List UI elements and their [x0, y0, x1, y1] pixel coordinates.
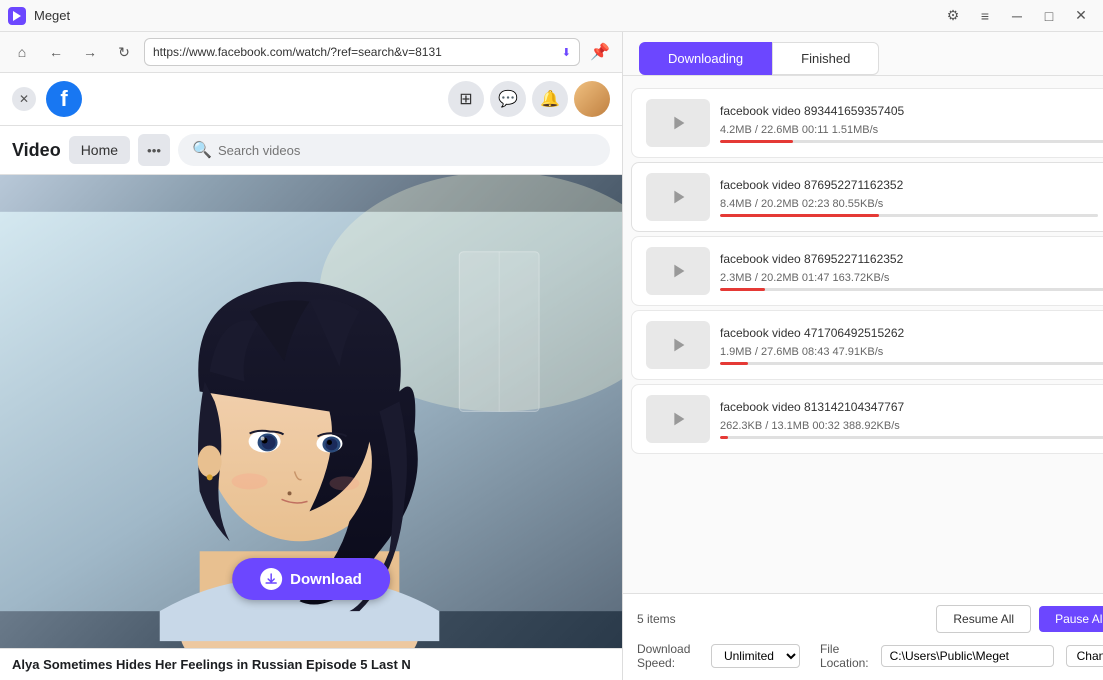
fb-search-input[interactable]	[218, 143, 596, 158]
downloader-panel: Downloading Finished facebook video 8934…	[623, 32, 1103, 680]
fb-close-button[interactable]: ✕	[12, 87, 36, 111]
change-button[interactable]: Change	[1066, 645, 1103, 667]
fb-home-nav[interactable]: Home	[69, 136, 130, 164]
home-button[interactable]: ⌂	[8, 38, 36, 66]
fb-messenger-icon[interactable]: 💬	[490, 81, 526, 117]
dl-thumb-2	[646, 173, 710, 221]
fb-more-button[interactable]: •••	[138, 134, 170, 166]
item-count: 5 items	[637, 612, 676, 626]
dl-progress-1	[720, 140, 1103, 143]
reload-button[interactable]: ↻	[110, 38, 138, 66]
dl-info-2: facebook video 876952271162352 8.4MB / 2…	[720, 178, 1098, 217]
dl-stats-5: 262.3KB / 13.1MB 00:32 388.92KB/s	[720, 420, 1103, 432]
dl-name-2: facebook video 876952271162352	[720, 178, 1098, 192]
dl-name-5: facebook video 813142104347767	[720, 400, 1103, 414]
dl-thumb-1	[646, 99, 710, 147]
dl-stats-3: 2.3MB / 20.2MB 01:47 163.72KB/s	[720, 272, 1103, 284]
dl-progress-4	[720, 362, 1103, 365]
fb-notification-icon[interactable]: 🔔	[532, 81, 568, 117]
footer-bottom: Download Speed: Unlimited File Location:…	[637, 642, 1103, 670]
title-bar: Meget ⚙ ≡ ─ □ ✕	[0, 0, 1103, 32]
pin-button[interactable]: 📌	[586, 38, 614, 66]
tab-finished[interactable]: Finished	[772, 42, 879, 75]
dl-thumb-3	[646, 247, 710, 295]
facebook-header: ✕ f ⊞ 💬 🔔	[0, 73, 622, 126]
dl-info-5: facebook video 813142104347767 262.3KB /…	[720, 400, 1103, 439]
close-button[interactable]: ✕	[1067, 2, 1095, 30]
download-tabs: Downloading Finished	[623, 32, 1103, 76]
dl-name-4: facebook video 471706492515262	[720, 326, 1103, 340]
dl-stats-1: 4.2MB / 22.6MB 00:11 1.51MB/s	[720, 124, 1103, 136]
download-overlay: Download	[232, 558, 390, 600]
bookmark-icon[interactable]: ⬇	[562, 46, 571, 59]
speed-select[interactable]: Unlimited	[711, 644, 800, 668]
download-item-1: facebook video 893441659357405 4.2MB / 2…	[631, 88, 1103, 158]
window-controls: ⚙ ≡ ─ □ ✕	[939, 2, 1095, 30]
resume-all-button[interactable]: Resume All	[936, 605, 1031, 633]
app-title: Meget	[34, 8, 70, 23]
dl-name-3: facebook video 876952271162352	[720, 252, 1103, 266]
footer-buttons: Resume All Pause All 🗑	[936, 604, 1103, 634]
dl-progress-bar-5	[720, 436, 728, 439]
dl-progress-5	[720, 436, 1103, 439]
dl-thumb-4	[646, 321, 710, 369]
maximize-button[interactable]: □	[1035, 2, 1063, 30]
app-logo	[8, 7, 26, 25]
dl-stats-4: 1.9MB / 27.6MB 08:43 47.91KB/s	[720, 346, 1103, 358]
footer-top: 5 items Resume All Pause All 🗑	[637, 604, 1103, 634]
dl-progress-3	[720, 288, 1103, 291]
browser-content: Download	[0, 175, 622, 648]
dl-progress-bar-2	[720, 214, 879, 217]
address-bar-wrapper[interactable]: ⬇	[144, 38, 580, 66]
video-background: Download	[0, 175, 622, 648]
download-item-3: facebook video 876952271162352 2.3MB / 2…	[631, 236, 1103, 306]
menu-button[interactable]: ≡	[971, 2, 999, 30]
dl-progress-bar-1	[720, 140, 793, 143]
back-button[interactable]: ←	[42, 38, 70, 66]
location-input[interactable]	[881, 645, 1054, 667]
download-item-5: facebook video 813142104347767 262.3KB /…	[631, 384, 1103, 454]
forward-button[interactable]: →	[76, 38, 104, 66]
fb-video-title: Video	[12, 140, 61, 161]
fb-nav-icons: ⊞ 💬 🔔	[448, 81, 610, 117]
fb-avatar[interactable]	[574, 81, 610, 117]
download-btn-label: Download	[290, 571, 362, 588]
pause-all-button[interactable]: Pause All	[1039, 606, 1103, 632]
download-btn-icon	[260, 568, 282, 590]
settings-button[interactable]: ⚙	[939, 2, 967, 30]
location-label: File Location:	[820, 642, 869, 670]
speed-label: Download Speed:	[637, 642, 699, 670]
fb-search-box[interactable]: 🔍	[178, 134, 610, 166]
address-input[interactable]	[153, 45, 558, 59]
title-bar-left: Meget	[8, 7, 70, 25]
download-item-2: facebook video 876952271162352 8.4MB / 2…	[631, 162, 1103, 232]
video-title-bar: Alya Sometimes Hides Her Feelings in Rus…	[0, 648, 622, 680]
dl-progress-bar-4	[720, 362, 748, 365]
dl-progress-2	[720, 214, 1098, 217]
download-button[interactable]: Download	[232, 558, 390, 600]
fb-video-nav: Video Home ••• 🔍	[0, 126, 622, 175]
downloader-footer: 5 items Resume All Pause All 🗑 Download …	[623, 593, 1103, 680]
dl-info-4: facebook video 471706492515262 1.9MB / 2…	[720, 326, 1103, 365]
dl-name-1: facebook video 893441659357405	[720, 104, 1103, 118]
tab-downloading[interactable]: Downloading	[639, 42, 772, 75]
dl-info-1: facebook video 893441659357405 4.2MB / 2…	[720, 104, 1103, 143]
download-list: facebook video 893441659357405 4.2MB / 2…	[623, 76, 1103, 593]
dl-stats-2: 8.4MB / 20.2MB 02:23 80.55KB/s	[720, 198, 1098, 210]
browser-toolbar: ⌂ ← → ↻ ⬇ 📌	[0, 32, 622, 73]
browser-panel: ⌂ ← → ↻ ⬇ 📌 ✕ f ⊞ 💬 🔔 Video Home	[0, 32, 623, 680]
dl-thumb-5	[646, 395, 710, 443]
main-layout: ⌂ ← → ↻ ⬇ 📌 ✕ f ⊞ 💬 🔔 Video Home	[0, 32, 1103, 680]
search-icon: 🔍	[192, 140, 212, 160]
dl-info-3: facebook video 876952271162352 2.3MB / 2…	[720, 252, 1103, 291]
minimize-button[interactable]: ─	[1003, 2, 1031, 30]
dl-progress-bar-3	[720, 288, 765, 291]
download-item-4: facebook video 471706492515262 1.9MB / 2…	[631, 310, 1103, 380]
fb-grid-icon[interactable]: ⊞	[448, 81, 484, 117]
facebook-logo: f	[46, 81, 82, 117]
